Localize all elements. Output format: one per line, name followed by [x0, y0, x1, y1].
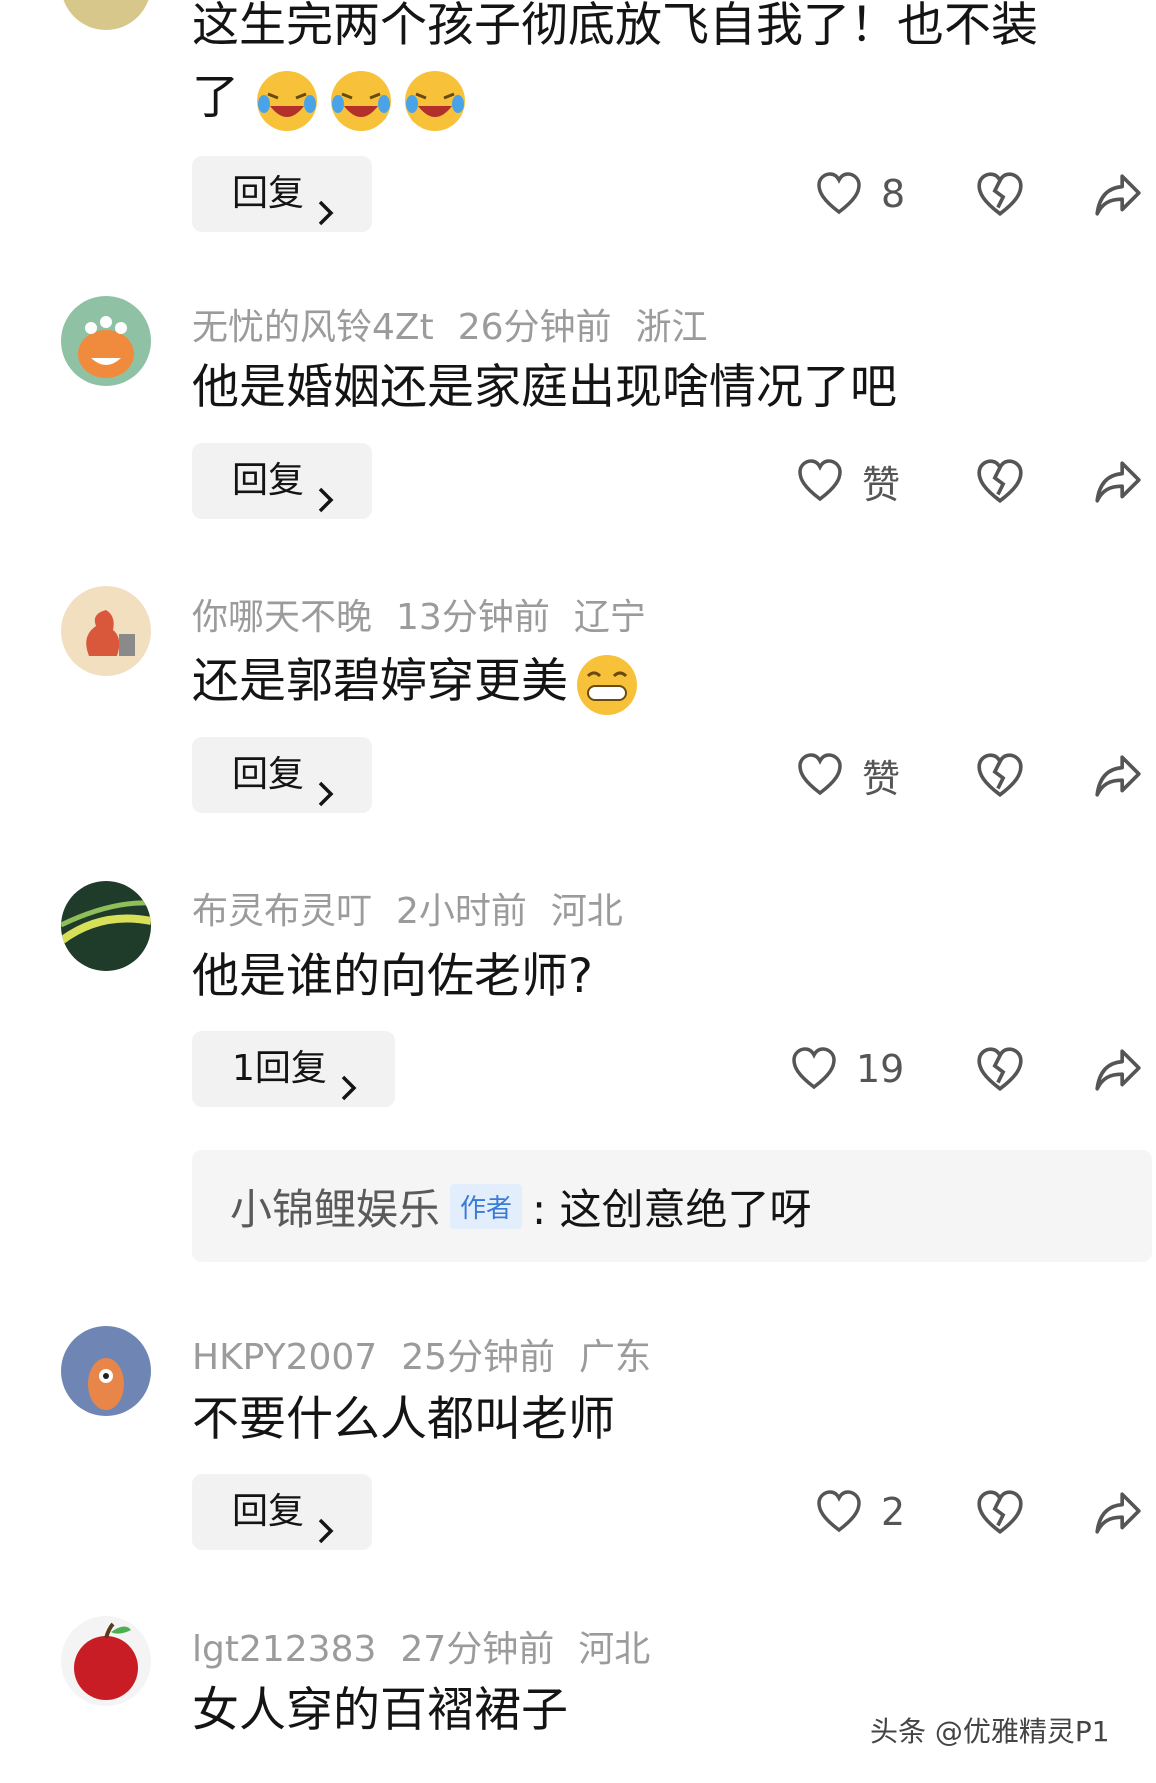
- dislike-broken-heart-icon[interactable]: [975, 1045, 1025, 1095]
- username[interactable]: 布灵布灵叮: [192, 891, 372, 932]
- comment-text: 女人穿的百褶裙子: [192, 1683, 568, 1738]
- comment-meta: 无忧的风铃4Zt 26分钟前 浙江: [192, 298, 732, 350]
- like-button[interactable]: 赞: [796, 443, 900, 519]
- share-arrow-icon[interactable]: [1093, 751, 1143, 801]
- author-reply-preview[interactable]: 小锦鲤娱乐 作者 : 这创意绝了呀: [192, 1150, 1152, 1262]
- heart-icon: [796, 751, 844, 799]
- reply-label: 回复: [232, 754, 305, 795]
- avatar[interactable]: [61, 881, 151, 971]
- avatar[interactable]: [61, 0, 151, 30]
- dislike-broken-heart-icon[interactable]: [975, 1488, 1025, 1538]
- like-count: 2: [881, 1490, 906, 1534]
- comment-text: 了: [192, 62, 476, 134]
- comment-text: 他是谁的向佐老师?: [192, 949, 593, 1004]
- comment-meta: 布灵布灵叮 2小时前 河北: [192, 882, 647, 934]
- timestamp: 13分钟前: [396, 597, 550, 638]
- username[interactable]: lgt212383: [192, 1629, 376, 1670]
- like-count: 赞: [862, 756, 901, 801]
- heart-icon: [815, 1488, 863, 1536]
- timestamp: 25分钟前: [401, 1337, 556, 1378]
- chevron-right-icon: [316, 179, 336, 226]
- heart-icon: [796, 457, 844, 505]
- reply-button[interactable]: 回复: [192, 443, 373, 519]
- comment-text: 他是婚姻还是家庭出现啥情况了吧: [192, 360, 897, 415]
- chevron-right-icon: [316, 1497, 336, 1544]
- share-arrow-icon[interactable]: [1093, 1488, 1143, 1538]
- location: 广东: [579, 1337, 652, 1378]
- reply-label: 回复: [232, 1491, 305, 1532]
- like-button[interactable]: 2: [815, 1474, 905, 1550]
- author-name[interactable]: 小锦鲤娱乐: [230, 1176, 440, 1237]
- location: 浙江: [635, 307, 708, 348]
- reply-button[interactable]: 回复: [192, 737, 373, 813]
- dislike-broken-heart-icon[interactable]: [975, 170, 1025, 220]
- avatar[interactable]: [61, 586, 151, 676]
- username[interactable]: HKPY2007: [192, 1337, 377, 1378]
- like-button[interactable]: 19: [790, 1031, 904, 1107]
- comment-text-line: 还是郭碧婷穿更美: [192, 654, 568, 709]
- reply-button[interactable]: 回复: [192, 156, 373, 232]
- reply-button[interactable]: 回复: [192, 1474, 373, 1550]
- reply-label: 回复: [232, 173, 305, 214]
- heart-icon: [790, 1045, 838, 1093]
- laughing-crying-emoji-icon: [254, 68, 320, 134]
- like-button[interactable]: 8: [815, 156, 905, 232]
- avatar[interactable]: [61, 1326, 151, 1416]
- timestamp: 27分钟前: [400, 1629, 555, 1670]
- dislike-broken-heart-icon[interactable]: [975, 751, 1025, 801]
- avatar[interactable]: [61, 1616, 151, 1706]
- comment-text: 不要什么人都叫老师: [192, 1392, 615, 1447]
- like-count: 8: [881, 172, 906, 216]
- chevron-right-icon: [316, 466, 336, 513]
- share-arrow-icon[interactable]: [1093, 1045, 1143, 1095]
- username[interactable]: 无忧的风铃4Zt: [192, 307, 434, 348]
- laughing-crying-emoji-icon: [328, 68, 394, 134]
- comment-meta: HKPY2007 25分钟前 广东: [192, 1328, 675, 1380]
- timestamp: 2小时前: [396, 891, 527, 932]
- location: 河北: [578, 1629, 651, 1670]
- author-badge: 作者: [450, 1183, 523, 1229]
- location: 河北: [550, 891, 623, 932]
- location: 辽宁: [573, 597, 646, 638]
- author-reply-text: : 这创意绝了呀: [532, 1184, 812, 1234]
- like-count: 赞: [862, 462, 901, 507]
- comment-meta: 你哪天不晚 13分钟前 辽宁: [192, 588, 670, 640]
- dislike-broken-heart-icon[interactable]: [975, 457, 1025, 507]
- avatar[interactable]: [61, 296, 151, 386]
- watermark: 头条 @优雅精灵P1: [870, 1715, 1110, 1748]
- username[interactable]: 你哪天不晚: [192, 597, 372, 638]
- grinning-emoji-icon: [574, 652, 640, 718]
- laughing-crying-emoji-icon: [402, 68, 468, 134]
- share-arrow-icon[interactable]: [1093, 170, 1143, 220]
- comment-text: 还是郭碧婷穿更美: [192, 646, 648, 718]
- chevron-right-icon: [339, 1054, 359, 1101]
- reply-button[interactable]: 1回复: [192, 1031, 395, 1107]
- comment-text: 这生完两个孩子彻底放飞自我了！也不装: [192, 0, 1038, 53]
- like-count: 19: [856, 1047, 905, 1091]
- share-arrow-icon[interactable]: [1093, 457, 1143, 507]
- chevron-right-icon: [316, 760, 336, 807]
- comment-meta: lgt212383 27分钟前 河北: [192, 1620, 674, 1672]
- comment-text-line: 了: [192, 70, 239, 125]
- reply-label: 1回复: [232, 1048, 327, 1089]
- reply-label: 回复: [232, 460, 305, 501]
- heart-icon: [815, 170, 863, 218]
- timestamp: 26分钟前: [457, 307, 612, 348]
- like-button[interactable]: 赞: [796, 737, 900, 813]
